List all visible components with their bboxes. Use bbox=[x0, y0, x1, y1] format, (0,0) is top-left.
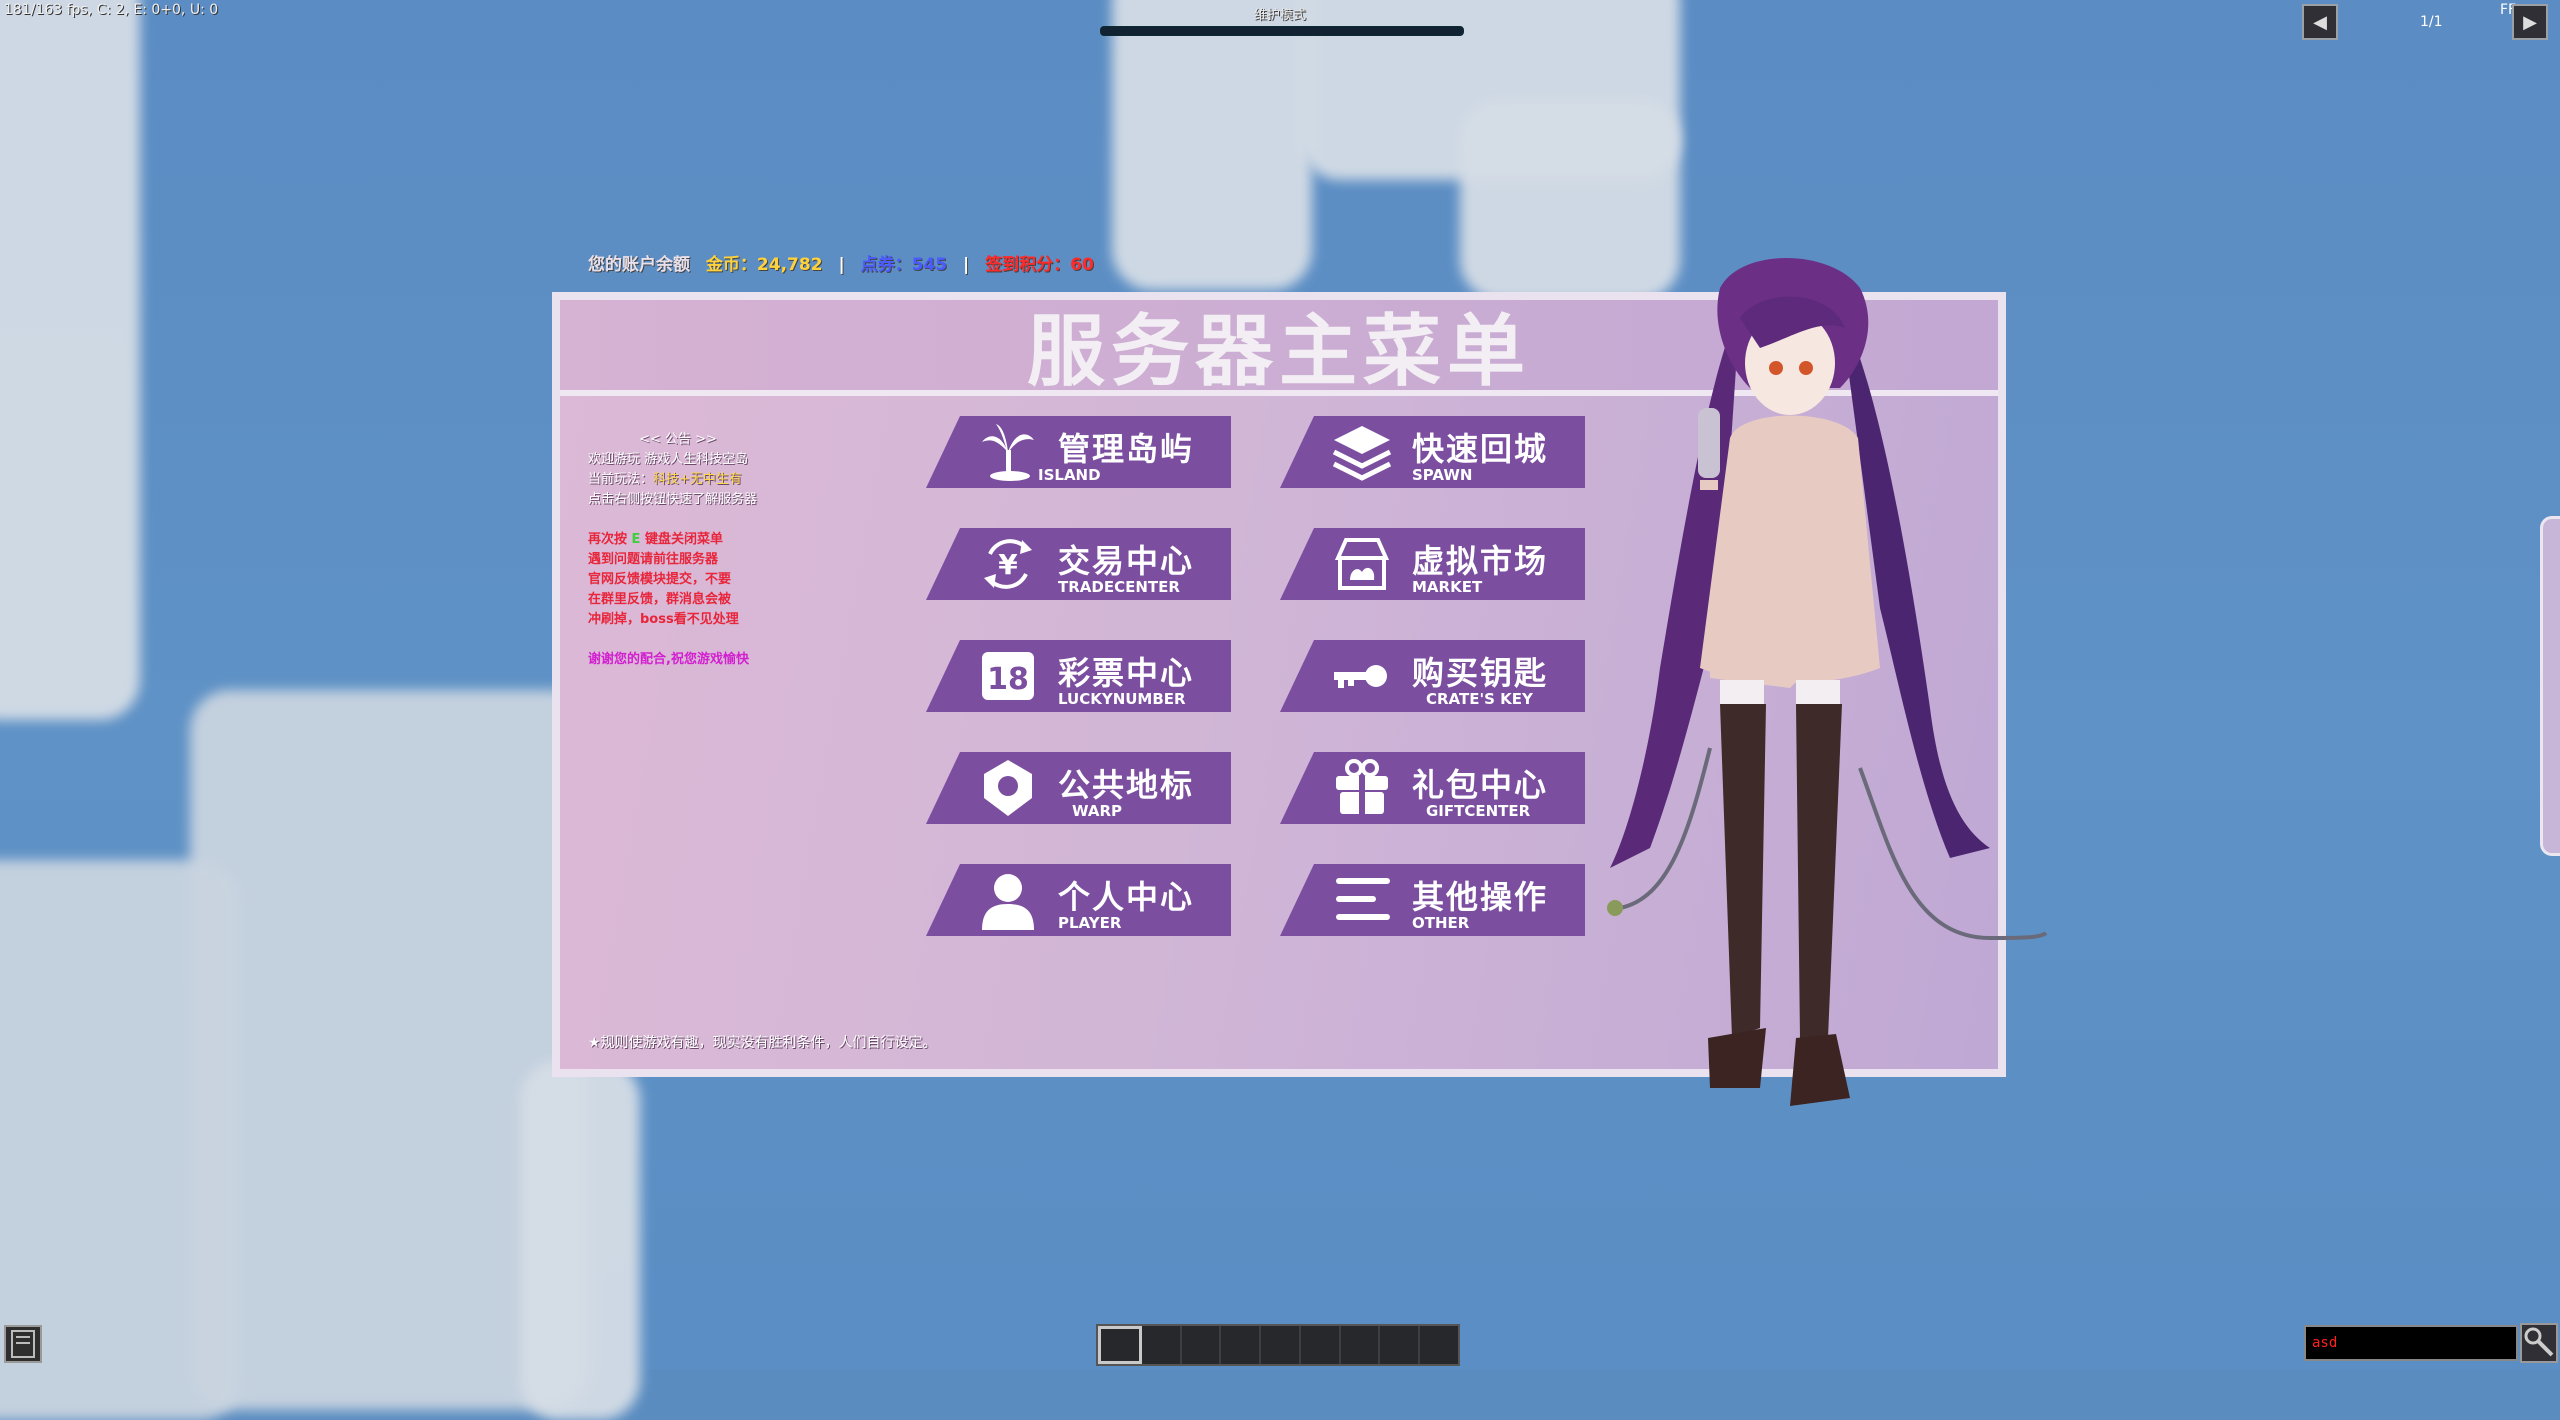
balance-label: 您的账户余额 bbox=[588, 255, 690, 275]
hint-text: 点击右侧按钮快速了解服务器 bbox=[588, 492, 758, 507]
menu-label-en: CRATE'S KEY bbox=[1426, 690, 1533, 708]
side-tab[interactable] bbox=[2540, 516, 2560, 856]
gold-balance: 金币：24,782 bbox=[705, 255, 823, 275]
notice-red-line: 官网反馈模块提交，不要 bbox=[588, 572, 732, 587]
key-icon bbox=[1334, 665, 1387, 688]
gift-icon bbox=[1336, 759, 1388, 814]
cloud bbox=[0, 0, 140, 720]
menu-label-cn: 礼包中心 bbox=[1412, 766, 1549, 804]
menu-label-cn: 彩票中心 bbox=[1058, 654, 1195, 692]
menu-label-en: ISLAND bbox=[1038, 466, 1101, 484]
reopen-suffix: 键盘关闭菜单 bbox=[644, 532, 723, 547]
mode-label: 当前玩法： bbox=[588, 472, 654, 487]
welcome-text: 欢迎游玩 游戏人生科技空岛 bbox=[588, 452, 749, 467]
character-illustration bbox=[1607, 258, 2048, 1106]
lottery-18-icon: 18 bbox=[982, 652, 1034, 700]
cloud bbox=[520, 1060, 640, 1420]
lottery-number: 18 bbox=[987, 662, 1029, 697]
other-button[interactable]: 其他操作 OTHER bbox=[1280, 864, 1585, 936]
crates-key-button[interactable]: 购买钥匙 CRATE'S KEY bbox=[1280, 640, 1585, 712]
notice-red-line: 冲刷掉，boss看不见处理 bbox=[588, 612, 739, 627]
hotbar-slot[interactable] bbox=[1420, 1326, 1458, 1364]
notice-red-line: 遇到问题请前往服务器 bbox=[588, 552, 719, 567]
hotbar-slot[interactable] bbox=[1380, 1326, 1421, 1364]
prev-page-button[interactable]: ◀ bbox=[2302, 4, 2338, 40]
triangle-right-icon: ▶ bbox=[2523, 11, 2537, 33]
hotbar bbox=[1096, 1324, 1460, 1366]
book-button[interactable] bbox=[4, 1325, 42, 1363]
next-page-button[interactable]: ▶ bbox=[2512, 4, 2548, 40]
menu-label-en: WARP bbox=[1072, 802, 1123, 820]
menu-label-cn: 购买钥匙 bbox=[1412, 654, 1549, 692]
luckynumber-button[interactable]: 18 彩票中心 LUCKYNUMBER bbox=[926, 640, 1231, 712]
menu-label-cn: 管理岛屿 bbox=[1058, 430, 1195, 468]
menu-label-cn: 公共地标 bbox=[1058, 766, 1195, 804]
reopen-prefix: 再次按 bbox=[588, 532, 628, 547]
debug-overlay: 181/163 fps, C: 2, E: 0+0, U: 0 bbox=[4, 2, 219, 18]
points-balance: 点券：545 bbox=[860, 255, 948, 275]
chat-input[interactable]: asd bbox=[2304, 1325, 2518, 1361]
boss-bar-title: 维护模式 bbox=[1253, 8, 1306, 23]
market-button[interactable]: 虚拟市场 MARKET bbox=[1280, 528, 1585, 600]
separator: | bbox=[963, 255, 970, 275]
spawn-button[interactable]: 快速回城 SPAWN bbox=[1280, 416, 1585, 488]
separator: | bbox=[838, 255, 845, 275]
menu-label-cn: 交易中心 bbox=[1058, 542, 1195, 580]
announcement-heading: << 公告 >> bbox=[639, 432, 717, 447]
market-stall-icon bbox=[1334, 538, 1390, 590]
mode-line: 当前玩法：科技+无中生有 bbox=[588, 470, 768, 490]
thanks-text: 谢谢您的配合,祝您游戏愉快 bbox=[588, 652, 749, 667]
hotbar-slot[interactable] bbox=[1341, 1326, 1381, 1364]
announcement: << 公告 >> 欢迎游玩 游戏人生科技空岛 当前玩法：科技+无中生有 点击右侧… bbox=[588, 430, 768, 670]
hotbar-slot[interactable] bbox=[1182, 1326, 1222, 1364]
settings-button[interactable] bbox=[2520, 1323, 2558, 1363]
menu-label-en: MARKET bbox=[1412, 578, 1483, 596]
layers-icon bbox=[1332, 426, 1392, 481]
account-balance: 您的账户余额 金币：24,782 | 点券：545 | 签到积分：60 bbox=[588, 250, 1104, 275]
tradecenter-button[interactable]: ¥ 交易中心 TRADECENTER bbox=[926, 528, 1231, 600]
giftcenter-button[interactable]: 礼包中心 GIFTCENTER bbox=[1280, 752, 1585, 824]
menu-label-en: SPAWN bbox=[1412, 466, 1473, 484]
boss-bar: 维护模式 bbox=[1100, 4, 1464, 36]
hotbar-slot[interactable] bbox=[1221, 1326, 1262, 1364]
hotbar-slot[interactable] bbox=[1142, 1326, 1182, 1364]
menu-label-cn: 其他操作 bbox=[1412, 878, 1549, 916]
hotbar-slot[interactable] bbox=[1261, 1326, 1301, 1364]
player-button[interactable]: 个人中心 PLAYER bbox=[926, 864, 1231, 936]
triangle-left-icon: ◀ bbox=[2313, 11, 2327, 33]
reopen-line: 再次按 E 键盘关闭菜单 bbox=[588, 530, 768, 550]
svg-text:¥: ¥ bbox=[998, 548, 1018, 581]
yen-exchange-icon: ¥ bbox=[984, 539, 1032, 589]
menu-label-en: TRADECENTER bbox=[1058, 578, 1180, 596]
map-pin-icon bbox=[984, 760, 1032, 816]
menu-label-cn: 快速回城 bbox=[1412, 430, 1549, 468]
menu-label-en: OTHER bbox=[1412, 914, 1470, 932]
menu-label-en: LUCKYNUMBER bbox=[1058, 690, 1186, 708]
menu-title: 服务器主菜单 bbox=[1026, 307, 1531, 397]
hotbar-slot-selected[interactable] bbox=[1098, 1326, 1142, 1364]
warp-button[interactable]: 公共地标 WARP bbox=[926, 752, 1231, 824]
checkin-balance: 签到积分：60 bbox=[985, 255, 1094, 275]
notice-red-line: 在群里反馈，群消息会被 bbox=[588, 592, 732, 607]
book-icon bbox=[11, 1330, 35, 1358]
palm-tree-icon bbox=[982, 424, 1034, 481]
menu-label-en: GIFTCENTER bbox=[1426, 802, 1531, 820]
mode-value: 科技+无中生有 bbox=[653, 472, 742, 487]
menu-lines-icon bbox=[1336, 878, 1390, 920]
page-indicator: 1/1 bbox=[2420, 14, 2443, 30]
menu-label-cn: 虚拟市场 bbox=[1412, 542, 1549, 580]
boss-bar-track bbox=[1100, 26, 1464, 36]
wrench-icon bbox=[2524, 1327, 2554, 1357]
menu-label-en: PLAYER bbox=[1058, 914, 1122, 932]
reopen-key: E bbox=[631, 532, 641, 547]
hotbar-slot[interactable] bbox=[1301, 1326, 1341, 1364]
menu-label-cn: 个人中心 bbox=[1058, 878, 1195, 916]
island-button[interactable]: 管理岛屿 ISLAND bbox=[926, 416, 1231, 488]
cloud bbox=[1112, 0, 1312, 290]
user-icon bbox=[982, 874, 1034, 930]
footer-quote: ★规则使游戏有趣，现实没有胜利条件，人们自行设定。 bbox=[588, 1035, 937, 1051]
